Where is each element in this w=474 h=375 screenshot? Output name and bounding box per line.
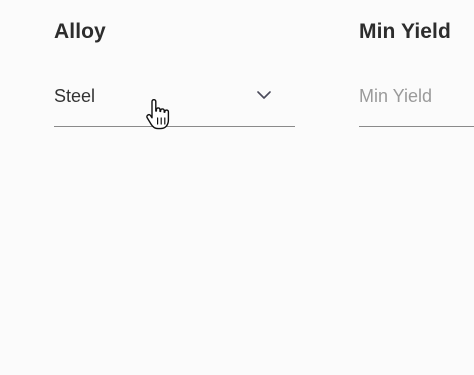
hand-pointer-icon	[146, 99, 170, 130]
alloy-label: Alloy	[54, 20, 106, 43]
min-yield-input[interactable]: Min Yield	[359, 78, 474, 126]
form-page: Alloy Steel Min Yield Min Yield	[0, 0, 474, 375]
alloy-selected-value: Steel	[54, 86, 96, 106]
min-yield-underline	[359, 126, 474, 127]
alloy-select-underline	[54, 126, 295, 127]
alloy-select[interactable]: Steel	[54, 78, 295, 126]
chevron-down-icon[interactable]	[257, 90, 271, 100]
min-yield-placeholder: Min Yield	[359, 86, 433, 106]
min-yield-label: Min Yield	[359, 20, 451, 43]
